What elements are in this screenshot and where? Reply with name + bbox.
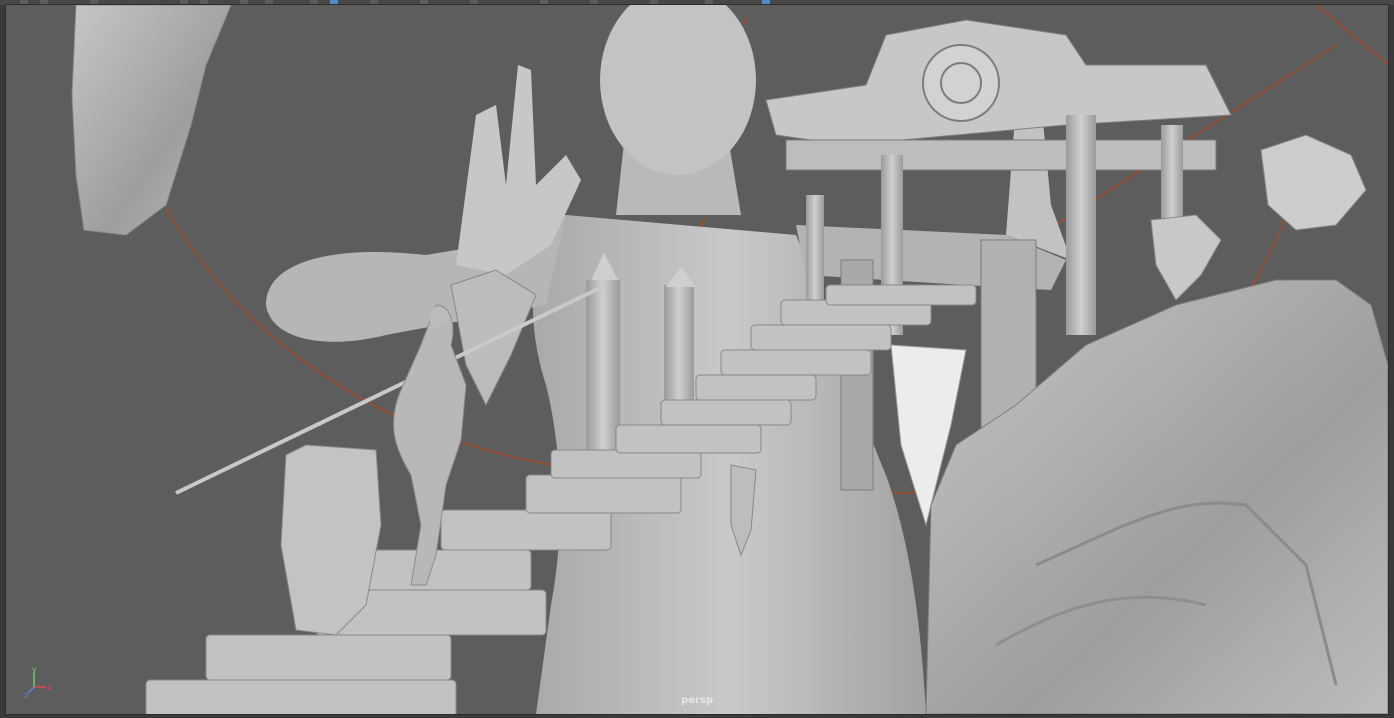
isolate-select-icon[interactable] (590, 0, 598, 4)
bookmark-icon[interactable] (90, 0, 98, 4)
safe-action-icon[interactable] (265, 0, 273, 4)
gate-beam (785, 139, 1217, 171)
rock-hanging-gate (1150, 214, 1222, 301)
column-left (586, 280, 620, 465)
lights-icon[interactable] (420, 0, 428, 4)
xray-icon[interactable] (540, 0, 548, 4)
floating-rock-right (1260, 134, 1367, 231)
color-management-icon[interactable] (762, 0, 770, 4)
vertical-curve (1315, 5, 1388, 66)
axis-x-label: x (47, 683, 52, 692)
film-gate-icon[interactable] (200, 0, 208, 4)
axis-y-label: y (32, 665, 37, 674)
gamma-field-icon[interactable] (705, 0, 713, 4)
textured-icon[interactable] (370, 0, 378, 4)
maya-window: persp y x z (0, 0, 1394, 718)
shadows-icon[interactable] (470, 0, 478, 4)
gate-medallion (922, 44, 1000, 122)
resolution-gate-icon[interactable] (240, 0, 248, 4)
smooth-shade-icon[interactable] (330, 0, 338, 4)
gate-pillar-3 (1066, 115, 1096, 335)
perspective-viewport[interactable]: persp y x z (5, 4, 1389, 715)
camera-menu-icon[interactable] (20, 0, 28, 4)
grid-toggle-icon[interactable] (180, 0, 188, 4)
scene-canvas[interactable] (6, 5, 1388, 714)
axis-gizmo-icon: y x z (24, 665, 52, 699)
floating-rock-left (71, 5, 232, 236)
wireframe-icon[interactable] (310, 0, 318, 4)
select-camera-icon[interactable] (40, 0, 48, 4)
camera-name-label: persp (681, 695, 713, 706)
axis-z-label: z (24, 691, 28, 699)
exposure-field-icon[interactable] (650, 0, 658, 4)
